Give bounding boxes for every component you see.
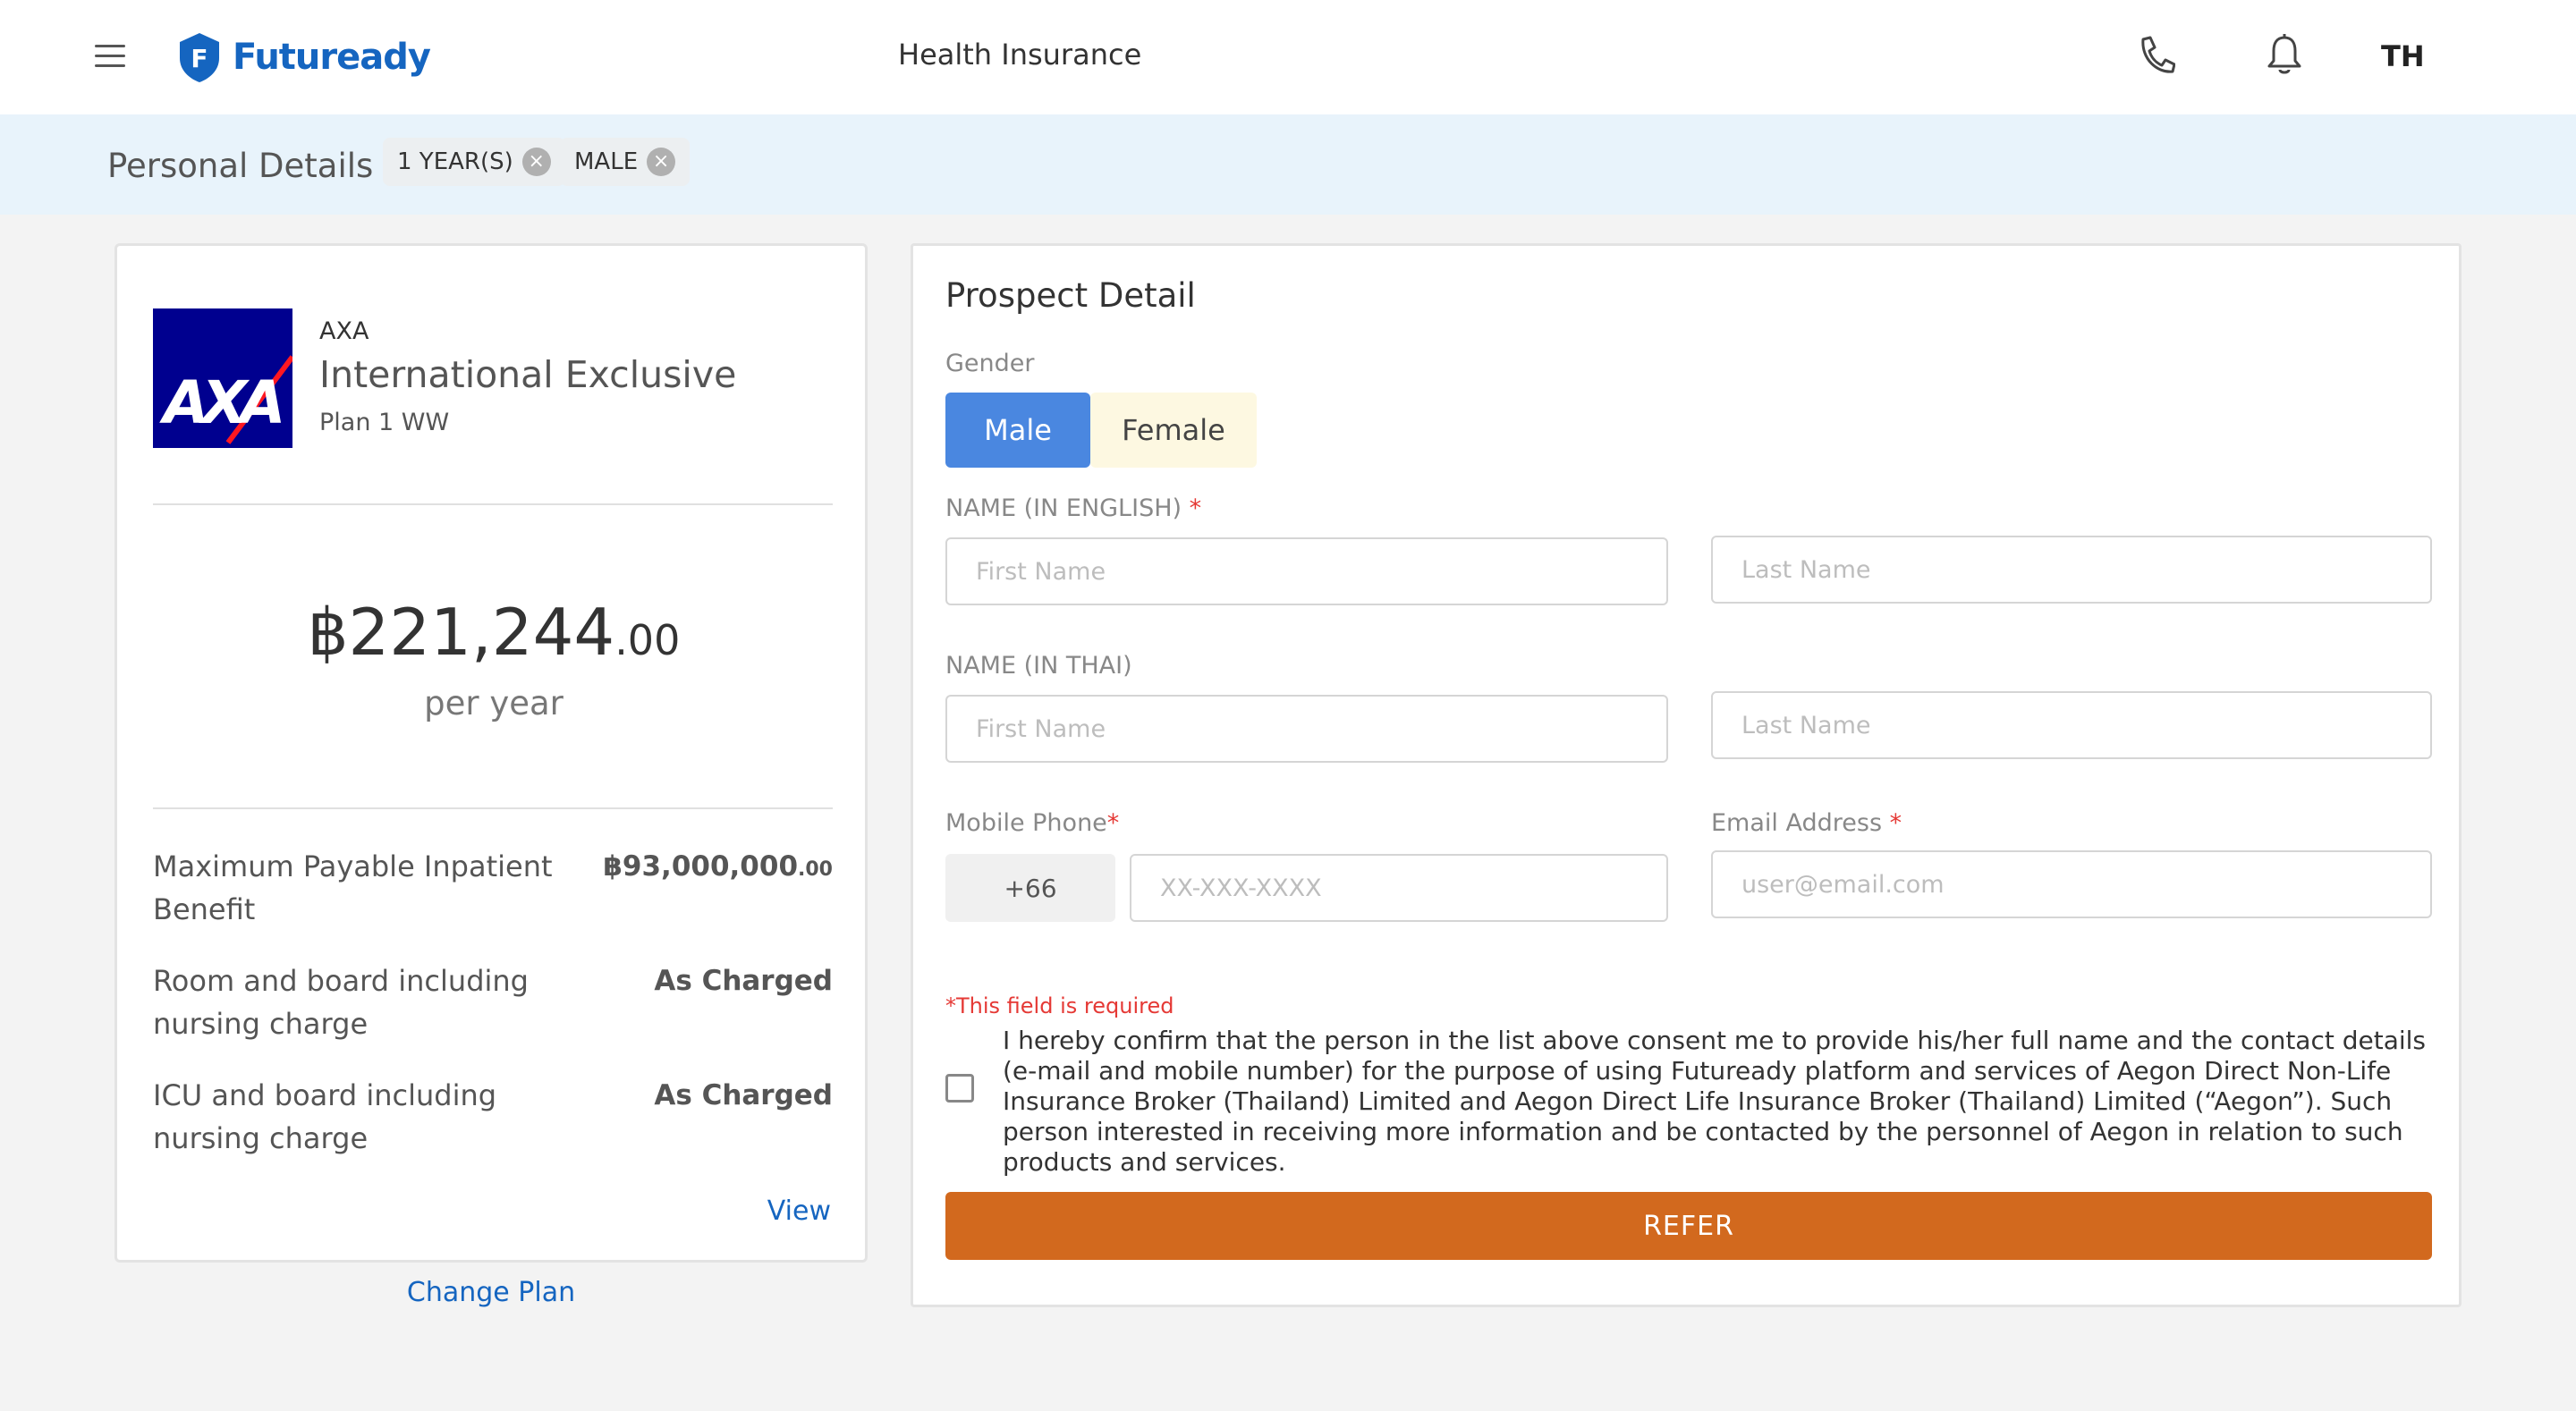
axa-logo-text: AXA <box>158 368 281 437</box>
plan-subtitle: Plan 1 WW <box>319 409 450 436</box>
menu-icon[interactable] <box>95 45 125 68</box>
top-bar: F Futuready Health Insurance TH <box>0 0 2576 114</box>
first-name-th-input[interactable] <box>945 695 1668 763</box>
name-english-label: NAME (IN ENGLISH) * <box>945 494 1202 522</box>
close-icon[interactable]: × <box>521 148 551 176</box>
name-thai-label: NAME (IN THAI) <box>945 652 1132 680</box>
divider <box>153 503 833 505</box>
plan-name: International Exclusive <box>319 353 737 396</box>
brand-logo[interactable]: F Futuready <box>177 30 431 84</box>
language-toggle[interactable]: TH <box>2381 39 2425 73</box>
chip-year[interactable]: 1 YEAR(S) × <box>383 138 565 186</box>
page-title: Health Insurance <box>898 38 1142 72</box>
plan-price: ฿221,244.00 <box>117 595 870 670</box>
change-plan-link[interactable]: Change Plan <box>114 1277 868 1308</box>
benefit-value: As Charged <box>654 965 833 997</box>
svg-text:F: F <box>191 44 208 73</box>
divider <box>153 807 833 809</box>
price-cents: .00 <box>614 616 681 664</box>
axa-logo: AXA <box>153 308 292 448</box>
last-name-th-input[interactable] <box>1711 691 2432 759</box>
mobile-phone-label: Mobile Phone* <box>945 809 1120 837</box>
email-label: Email Address * <box>1711 809 1902 837</box>
benefit-label: ICU and board including nursing charge <box>153 1078 497 1155</box>
refer-button[interactable]: REFER <box>945 1192 2432 1260</box>
benefit-value: As Charged <box>654 1079 833 1111</box>
gender-male-button[interactable]: Male <box>945 393 1090 468</box>
required-error-text: *This field is required <box>945 993 1174 1018</box>
price-period: per year <box>424 684 564 722</box>
phone-icon[interactable] <box>2136 34 2175 77</box>
benefit-label: Room and board including nursing charge <box>153 964 529 1041</box>
price-main: ฿221,244 <box>307 595 615 670</box>
gender-toggle: Male Female <box>945 393 1257 468</box>
phone-country-code: +66 <box>945 854 1115 922</box>
chip-label: MALE <box>574 148 639 175</box>
gender-label: Gender <box>945 350 1035 377</box>
benefit-label: Maximum Payable Inpatient Benefit <box>153 849 553 926</box>
gender-female-button[interactable]: Female <box>1090 393 1257 468</box>
mobile-phone-input[interactable] <box>1130 854 1668 922</box>
benefit-value: ฿93,000,000.00 <box>603 850 833 883</box>
insurer-name: AXA <box>319 317 369 345</box>
close-icon[interactable]: × <box>647 148 676 176</box>
panel-title: Prospect Detail <box>945 276 1196 315</box>
view-link[interactable]: View <box>767 1196 831 1227</box>
consent-checkbox[interactable] <box>945 1074 974 1103</box>
last-name-en-input[interactable] <box>1711 536 2432 604</box>
consent-text: I hereby confirm that the person in the … <box>1003 1026 2427 1177</box>
shield-logo-icon: F <box>180 33 219 82</box>
prospect-detail-panel: Prospect Detail Gender Male Female NAME … <box>911 243 2462 1307</box>
chip-gender[interactable]: MALE × <box>560 138 691 186</box>
filter-bar-title: Personal Details <box>107 147 374 185</box>
brand-name: Futuready <box>233 37 431 78</box>
email-input[interactable] <box>1711 850 2432 918</box>
chip-label: 1 YEAR(S) <box>397 148 513 175</box>
first-name-en-input[interactable] <box>945 537 1668 605</box>
personal-details-bar: Personal Details 1 YEAR(S) × MALE × <box>0 114 2576 215</box>
plan-card: AXA AXA International Exclusive Plan 1 W… <box>114 243 868 1263</box>
bell-icon[interactable] <box>2265 32 2304 77</box>
